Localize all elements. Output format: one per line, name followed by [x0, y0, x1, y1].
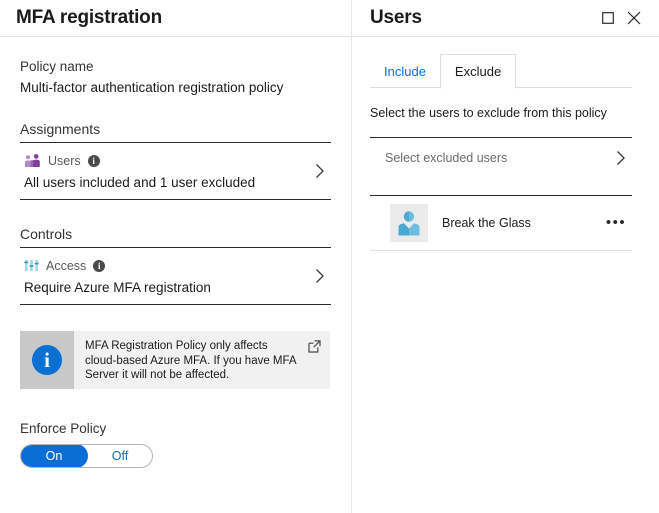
controls-access-label: Access — [46, 258, 87, 273]
policy-name-value: Multi-factor authentication registration… — [20, 80, 284, 95]
tab-exclude[interactable]: Exclude — [439, 54, 517, 89]
list-item-name: Break the Glass — [442, 216, 531, 230]
left-panel-body: Policy name Multi-factor authentication … — [0, 59, 351, 468]
user-row-bottom-divider — [370, 250, 632, 251]
select-excluded-users-row[interactable]: Select excluded users — [370, 138, 632, 178]
controls-access-summary: Require Azure MFA registration — [24, 280, 211, 295]
users-tabs: Include Exclude — [352, 54, 659, 89]
right-panel-header: Users — [352, 0, 659, 36]
chevron-right-icon — [612, 150, 630, 166]
info-circle-icon: i — [32, 345, 62, 375]
right-header-divider — [352, 36, 659, 37]
assignments-users-row[interactable]: Users i All users included and 1 user ex… — [20, 143, 331, 199]
policy-name-label: Policy name — [20, 59, 94, 74]
assignments-users-label: Users — [48, 153, 81, 168]
mfa-registration-screen: MFA registration Policy name Multi-facto… — [0, 0, 659, 513]
list-item[interactable]: Break the Glass ••• — [370, 196, 632, 250]
more-options-icon[interactable]: ••• — [602, 215, 630, 230]
assignments-users-summary: All users included and 1 user excluded — [24, 175, 256, 190]
left-header-divider — [0, 36, 351, 37]
chevron-right-icon — [311, 268, 329, 284]
enforce-policy-toggle[interactable]: On Off — [20, 444, 153, 468]
users-flyout-panel: Users Include Exclude Select the users t… — [352, 0, 659, 513]
users-group-icon — [24, 153, 41, 168]
assignments-users-text: Users i All users included and 1 user ex… — [24, 152, 311, 191]
select-excluded-users-label: Select excluded users — [385, 151, 508, 165]
enforce-policy-off-option[interactable]: Off — [88, 445, 152, 467]
info-banner-icon-box: i — [20, 331, 74, 389]
right-panel-body: Select the users to exclude from this po… — [352, 106, 659, 251]
info-banner-text: MFA Registration Policy only affects clo… — [85, 340, 296, 381]
person-avatar-icon — [390, 204, 428, 242]
assignments-bottom-divider — [20, 199, 331, 200]
tab-include[interactable]: Include — [370, 55, 440, 88]
controls-section-title: Controls — [20, 226, 73, 242]
info-banner: i MFA Registration Policy only affects c… — [20, 331, 330, 389]
exclude-description: Select the users to exclude from this po… — [370, 106, 607, 120]
access-info-icon[interactable]: i — [93, 259, 106, 272]
page-title: MFA registration — [16, 7, 162, 28]
users-panel-title: Users — [370, 7, 422, 28]
left-panel-header: MFA registration — [0, 0, 351, 36]
external-link-icon[interactable] — [308, 340, 321, 353]
policy-details-panel: MFA registration Policy name Multi-facto… — [0, 0, 352, 513]
assignments-section-title: Assignments — [20, 121, 101, 137]
chevron-right-icon — [311, 163, 329, 179]
enforce-policy-label: Enforce Policy — [20, 421, 107, 436]
controls-access-title-line: Access i — [24, 257, 311, 274]
controls-access-row[interactable]: Access i Require Azure MFA registration — [20, 248, 331, 304]
access-sliders-icon — [24, 259, 39, 272]
maximize-button[interactable] — [595, 5, 621, 31]
enforce-policy-on-option[interactable]: On — [21, 445, 88, 467]
assignments-users-title-line: Users i — [24, 152, 311, 169]
controls-access-text: Access i Require Azure MFA registration — [24, 257, 311, 296]
close-button[interactable] — [621, 5, 647, 31]
users-info-icon[interactable]: i — [87, 154, 100, 167]
controls-bottom-divider — [20, 304, 331, 305]
